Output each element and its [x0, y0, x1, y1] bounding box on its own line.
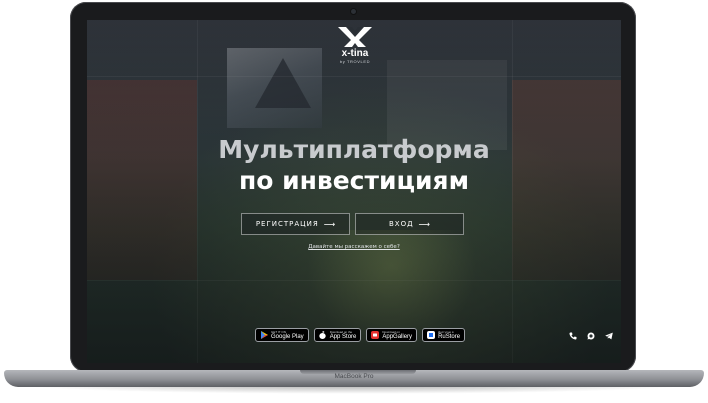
hero-headline: Мультиплатформа по инвестициям [87, 134, 621, 196]
store-badge-name: Google Play [271, 333, 304, 340]
apple-icon [319, 331, 327, 339]
arrow-right-icon: ⟶ [323, 219, 336, 229]
store-badge-name: AppGallery [382, 333, 413, 340]
brand-tagline: by TROVLED [339, 59, 371, 64]
app-store-badge[interactable]: Download on the App Store [313, 328, 362, 342]
camera-icon [351, 9, 356, 14]
store-badge-name: RuStore [438, 333, 461, 340]
google-play-icon [260, 331, 268, 339]
store-badge-name: App Store [329, 333, 357, 340]
appgallery-badge[interactable]: Download on AppGallery [366, 328, 418, 342]
device-model-label: MacBook Pro [334, 373, 374, 380]
huawei-icon [371, 331, 380, 339]
logo[interactable]: x-tina by TROVLED [325, 26, 385, 64]
hero-line-2: по инвестициям [238, 166, 470, 195]
x-tina-logo-icon [338, 27, 372, 47]
whatsapp-icon[interactable] [586, 331, 595, 340]
rustore-icon [427, 331, 436, 339]
app-store-badges: GET IT ON Google Play Download on the Ap… [255, 328, 466, 342]
arrow-right-icon: ⟶ [418, 219, 431, 229]
register-button-label: РЕГИСТРАЦИЯ [255, 220, 319, 228]
phone-icon[interactable] [568, 331, 577, 340]
hero-line-1: Мультиплатформа [218, 135, 490, 164]
about-us-link[interactable]: Давайте мы расскажем о себе? [87, 244, 621, 250]
google-play-badge[interactable]: GET IT ON Google Play [255, 328, 309, 342]
telegram-icon[interactable] [604, 331, 613, 340]
contact-links [568, 331, 613, 340]
brand-name: x-tina [341, 48, 369, 59]
login-button-label: ВХОД [388, 220, 414, 228]
rustore-badge[interactable]: Доступно в RuStore [422, 328, 466, 342]
website-screen: x-tina by TROVLED Мультиплатформа по инв… [87, 20, 621, 363]
login-button[interactable]: ВХОД ⟶ [355, 213, 464, 235]
register-button[interactable]: РЕГИСТРАЦИЯ ⟶ [241, 213, 350, 235]
